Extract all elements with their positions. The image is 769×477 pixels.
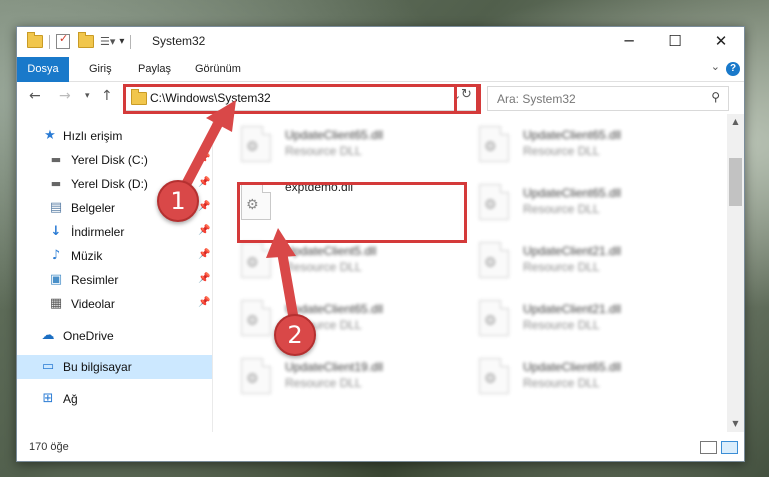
step-1-badge: 1: [157, 180, 199, 222]
step-2-badge: 2: [274, 314, 316, 356]
arrow-1-icon: [175, 100, 301, 337]
